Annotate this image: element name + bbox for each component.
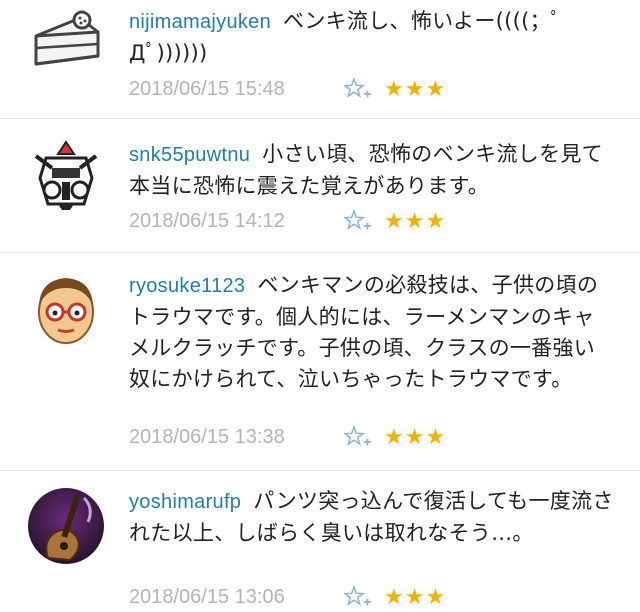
- avatar[interactable]: [28, 6, 104, 82]
- add-favorite-star-icon[interactable]: [344, 77, 372, 101]
- comment-body: snk55puwtnu 小さい頃、恐怖のベンキ流しを見て本当に恐怖に震えた覚えがあ…: [129, 139, 614, 202]
- rating-stars: ★★★: [384, 208, 447, 234]
- guitar-photo-icon: [28, 488, 104, 564]
- robot-head-icon: [28, 138, 104, 214]
- timestamp: 2018/06/15 13:38: [129, 425, 285, 448]
- glasses-face-icon: [28, 270, 104, 346]
- divider: [0, 470, 640, 471]
- divider: [0, 118, 640, 119]
- add-favorite-star-icon[interactable]: [344, 585, 372, 609]
- username-link[interactable]: nijimamajyuken: [129, 11, 271, 33]
- comment-body: yoshimarufp パンツ突っ込んで復活しても一度流された以上、しばらく臭いは…: [129, 486, 614, 549]
- username-link[interactable]: snk55puwtnu: [129, 144, 250, 166]
- avatar[interactable]: [28, 488, 104, 564]
- rating-stars: ★★★: [384, 76, 447, 102]
- rating-stars: ★★★: [384, 584, 447, 610]
- comment-meta: 2018/06/15 13:06 ★★★: [129, 582, 446, 612]
- comment-meta: 2018/06/15 13:38 ★★★: [129, 422, 446, 452]
- avatar[interactable]: [28, 270, 104, 346]
- cake-slice-icon: [28, 6, 104, 82]
- comment-body: nijimamajyuken ベンキ流し、怖いよー((((；ﾟДﾟ)))))): [129, 6, 614, 69]
- comment-meta: 2018/06/15 14:12 ★★★: [129, 206, 446, 236]
- avatar[interactable]: [28, 138, 104, 214]
- username-link[interactable]: yoshimarufp: [129, 491, 241, 513]
- rating-stars: ★★★: [384, 424, 447, 450]
- divider: [0, 252, 640, 253]
- username-link[interactable]: ryosuke1123: [129, 275, 245, 297]
- timestamp: 2018/06/15 15:48: [129, 77, 285, 100]
- timestamp: 2018/06/15 14:12: [129, 209, 285, 232]
- add-favorite-star-icon[interactable]: [344, 425, 372, 449]
- add-favorite-star-icon[interactable]: [344, 209, 372, 233]
- comment-meta: 2018/06/15 15:48 ★★★: [129, 74, 446, 104]
- timestamp: 2018/06/15 13:06: [129, 585, 285, 608]
- comment-body: ryosuke1123 ベンキマンの必殺技は、子供の頃のトラウマです。個人的には、…: [129, 270, 614, 395]
